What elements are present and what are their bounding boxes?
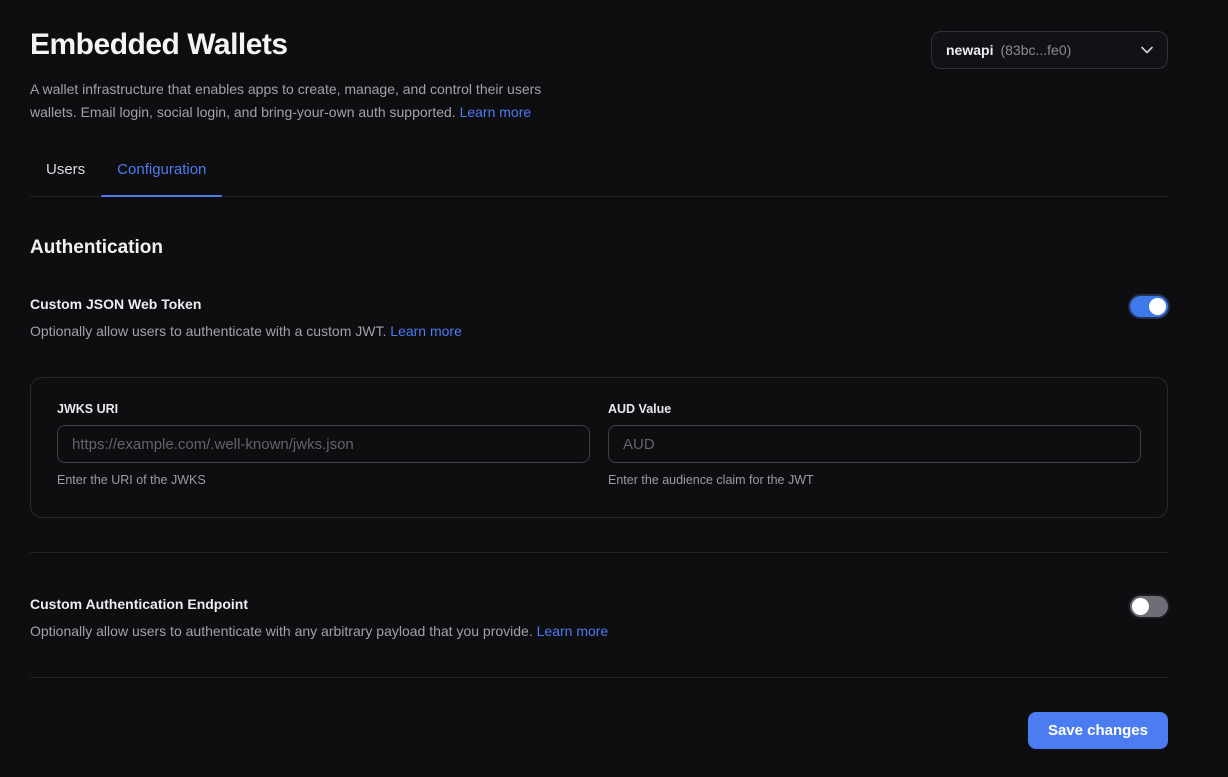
jwks-uri-label: JWKS URI [57, 402, 590, 416]
jwt-setting-text: Custom JSON Web Token Optionally allow u… [30, 295, 462, 341]
aud-value-label: AUD Value [608, 402, 1141, 416]
jwks-uri-helper: Enter the URI of the JWKS [57, 473, 590, 487]
jwt-setting-description: Optionally allow users to authenticate w… [30, 321, 462, 341]
endpoint-toggle[interactable] [1130, 596, 1168, 617]
jwt-setting-description-text: Optionally allow users to authenticate w… [30, 323, 386, 339]
save-row: Save changes [30, 712, 1168, 749]
page-title: Embedded Wallets [30, 28, 590, 62]
divider [30, 677, 1168, 678]
api-key-selector-text: newapi (83bc...fe0) [946, 42, 1071, 58]
api-key-hint: (83bc...fe0) [1000, 42, 1071, 58]
endpoint-learn-more-link[interactable]: Learn more [537, 623, 609, 639]
jwks-uri-field: JWKS URI Enter the URI of the JWKS [57, 402, 590, 487]
chevron-down-icon [1141, 46, 1153, 54]
tab-bar: Users Configuration [30, 160, 1168, 197]
page-header: Embedded Wallets A wallet infrastructure… [30, 0, 1168, 124]
api-key-name: newapi [946, 42, 993, 58]
page-content: Embedded Wallets A wallet infrastructure… [30, 0, 1168, 749]
endpoint-setting-description: Optionally allow users to authenticate w… [30, 621, 608, 641]
aud-value-helper: Enter the audience claim for the JWT [608, 473, 1141, 487]
aud-value-input[interactable] [608, 425, 1141, 463]
header-text-block: Embedded Wallets A wallet infrastructure… [30, 28, 590, 124]
page-description: A wallet infrastructure that enables app… [30, 78, 590, 124]
aud-value-field: AUD Value Enter the audience claim for t… [608, 402, 1141, 487]
tab-configuration[interactable]: Configuration [101, 160, 222, 196]
endpoint-toggle-knob [1132, 598, 1149, 615]
endpoint-setting-description-text: Optionally allow users to authenticate w… [30, 623, 533, 639]
api-key-selector[interactable]: newapi (83bc...fe0) [931, 31, 1168, 69]
jwt-setting-row: Custom JSON Web Token Optionally allow u… [30, 295, 1168, 341]
save-button[interactable]: Save changes [1028, 712, 1168, 749]
jwt-toggle-knob [1149, 298, 1166, 315]
jwt-fields-card: JWKS URI Enter the URI of the JWKS AUD V… [30, 377, 1168, 518]
jwt-toggle[interactable] [1130, 296, 1168, 317]
jwks-uri-input[interactable] [57, 425, 590, 463]
tab-users[interactable]: Users [30, 160, 101, 196]
endpoint-setting-row: Custom Authentication Endpoint Optionall… [30, 595, 1168, 641]
section-heading-authentication: Authentication [30, 237, 1168, 259]
jwt-learn-more-link[interactable]: Learn more [390, 323, 462, 339]
endpoint-setting-text: Custom Authentication Endpoint Optionall… [30, 595, 608, 641]
wallets-learn-more-link[interactable]: Learn more [460, 104, 532, 120]
jwt-setting-label: Custom JSON Web Token [30, 295, 462, 313]
endpoint-setting-label: Custom Authentication Endpoint [30, 595, 608, 613]
divider [30, 552, 1168, 553]
